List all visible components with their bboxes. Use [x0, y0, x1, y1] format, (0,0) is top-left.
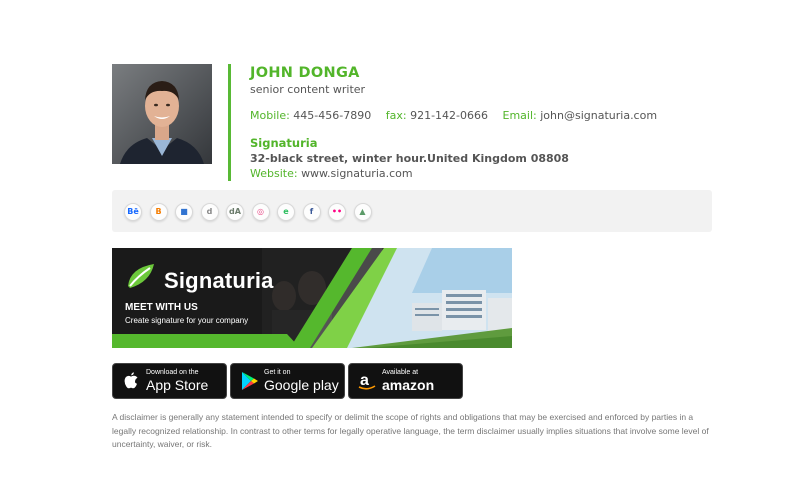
website-label: Website:	[250, 167, 298, 180]
banner-tagline: Create signature for your company	[125, 316, 249, 325]
deviantart-icon[interactable]: dA	[226, 203, 244, 221]
digg-icon[interactable]: d	[200, 203, 219, 221]
amazon-big-text: amazon	[382, 377, 435, 393]
google-play-icon	[242, 372, 258, 390]
facebook-icon[interactable]: f	[302, 203, 321, 221]
disclaimer-text: A disclaimer is generally any statement …	[112, 412, 709, 449]
mobile-label: Mobile:	[250, 109, 290, 122]
fax-label: fax:	[385, 109, 407, 122]
svg-text:a: a	[360, 372, 369, 389]
app-store-small-text: Download on the	[146, 369, 199, 376]
accent-divider	[228, 64, 231, 181]
profile-photo	[112, 64, 212, 164]
banner-brand: Signaturia	[164, 268, 274, 293]
evernote-icon[interactable]: e	[277, 203, 295, 221]
blogger-icon[interactable]: B	[149, 203, 168, 221]
app-store-big-text: App Store	[146, 377, 209, 393]
leaf-logo-icon	[128, 264, 154, 288]
app-store-button[interactable]: Download on the App Store	[112, 363, 227, 399]
contact-info: JOHN DONGA senior content writer Mobile:…	[250, 64, 720, 181]
flickr-icon[interactable]: ••	[328, 203, 346, 221]
company-name: Signaturia	[250, 136, 318, 150]
website-line: Website: www.signaturia.com	[250, 166, 720, 181]
email-link[interactable]: john@signaturia.com	[540, 109, 657, 122]
company-address: 32-black street, winter hour.United King…	[250, 152, 569, 165]
google-play-big-text: Google play	[264, 377, 339, 393]
social-icons-bar: Bē B ■ d dA ◎ e f •• ▲	[112, 190, 712, 232]
person-name: JOHN DONGA	[250, 65, 360, 81]
amazon-icon: a	[358, 372, 376, 390]
forrst-icon[interactable]: ▲	[353, 203, 372, 221]
email-label: Email:	[502, 109, 537, 122]
delicious-icon[interactable]: ■	[175, 203, 193, 221]
google-play-button[interactable]: Get it on Google play	[230, 363, 345, 399]
banner-headline: MEET WITH US	[125, 302, 198, 313]
website-link[interactable]: www.signaturia.com	[301, 167, 413, 180]
behance-icon[interactable]: Bē	[124, 203, 142, 221]
apple-icon	[124, 372, 138, 389]
amazon-small-text: Available at	[382, 369, 419, 376]
contact-line: Mobile: 445-456-7890 fax: 921-142-0666 E…	[250, 109, 720, 123]
job-title: senior content writer	[250, 83, 366, 96]
fax-number: 921-142-0666	[410, 109, 489, 122]
promo-banner[interactable]: Signaturia MEET WITH US Create signature…	[112, 248, 512, 348]
amazon-button[interactable]: a Available at amazon	[348, 363, 463, 399]
dribbble-icon[interactable]: ◎	[251, 203, 270, 221]
mobile-number[interactable]: 445-456-7890	[293, 109, 371, 122]
app-store-badges: Download on the App Store Get it on Goog…	[112, 363, 472, 399]
google-play-small-text: Get it on	[264, 369, 291, 376]
